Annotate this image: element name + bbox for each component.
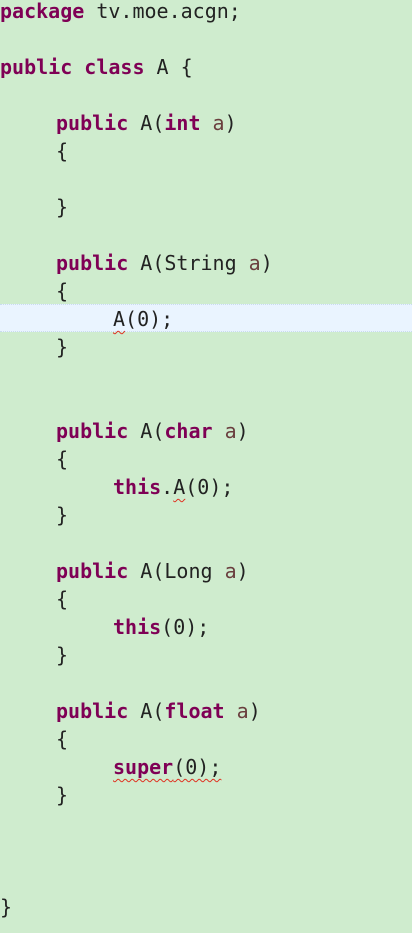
ctor-signature: A(String: [128, 251, 237, 275]
code-line-ctor-float-call[interactable]: super(0);: [0, 753, 412, 781]
paren-close: ): [224, 111, 237, 135]
code-line-ctor-float-signature[interactable]: public A(float a): [0, 697, 412, 725]
class-name: A {: [144, 55, 193, 79]
call-args: (0);: [185, 475, 234, 499]
code-line-ctor-long-open[interactable]: {: [0, 585, 412, 613]
parameter-a: a: [200, 111, 225, 135]
code-line-ctor-long-close[interactable]: }: [0, 641, 412, 669]
code-line-ctor-string-signature[interactable]: public A(String a): [0, 249, 412, 277]
parameter-a: a: [212, 559, 237, 583]
paren-close: ): [236, 559, 249, 583]
code-line-ctor-long-signature[interactable]: public A(Long a): [0, 557, 412, 585]
code-line-class-declaration[interactable]: public class A {: [0, 53, 412, 81]
keyword-package: package: [0, 0, 85, 23]
call-args: (0);: [161, 615, 210, 639]
keyword-this: this: [113, 475, 162, 499]
keyword-int: int: [164, 111, 201, 135]
code-line-ctor-char-close[interactable]: }: [0, 501, 412, 529]
open-brace: {: [56, 279, 69, 303]
code-line-package[interactable]: package tv.moe.acgn;: [0, 0, 412, 25]
keyword-public: public: [56, 111, 129, 135]
close-brace: }: [56, 195, 69, 219]
code-line-ctor-string-open[interactable]: {: [0, 277, 412, 305]
keyword-public-class: public class: [0, 55, 145, 79]
ctor-name: A(: [128, 419, 165, 443]
code-editor[interactable]: package tv.moe.acgn; public class A { pu…: [0, 0, 412, 933]
open-brace: {: [56, 727, 69, 751]
parameter-a: a: [224, 699, 249, 723]
keyword-float: float: [164, 699, 225, 723]
close-brace: }: [56, 783, 69, 807]
paren-close: ): [260, 251, 273, 275]
code-line-ctor-int-signature[interactable]: public A(int a): [0, 109, 412, 137]
keyword-public: public: [56, 699, 129, 723]
open-brace: {: [56, 587, 69, 611]
parameter-a: a: [212, 419, 237, 443]
keyword-public: public: [56, 559, 129, 583]
keyword-public: public: [56, 419, 129, 443]
open-brace: {: [56, 139, 69, 163]
error-call-name: A: [173, 475, 186, 499]
dot: .: [161, 475, 174, 499]
package-name: tv.moe.acgn;: [84, 0, 241, 23]
code-line-class-close[interactable]: }: [0, 893, 412, 921]
error-call-args: (0);: [173, 755, 222, 779]
error-call-name: A: [113, 307, 126, 331]
open-brace: {: [56, 447, 69, 471]
code-line-ctor-float-open[interactable]: {: [0, 725, 412, 753]
code-line-ctor-char-signature[interactable]: public A(char a): [0, 417, 412, 445]
code-line-ctor-long-call[interactable]: this(0);: [0, 613, 412, 641]
paren-close: ): [236, 419, 249, 443]
code-line-ctor-int-close[interactable]: }: [0, 193, 412, 221]
code-line-ctor-char-call[interactable]: this.A(0);: [0, 473, 412, 501]
close-brace: }: [56, 335, 69, 359]
close-brace: }: [56, 643, 69, 667]
keyword-public: public: [56, 251, 129, 275]
code-line-ctor-char-open[interactable]: {: [0, 445, 412, 473]
code-line-ctor-string-close[interactable]: }: [0, 333, 412, 361]
ctor-name: A(: [128, 111, 165, 135]
keyword-char: char: [164, 419, 213, 443]
ctor-signature: A(Long: [128, 559, 213, 583]
code-line-ctor-string-call-current[interactable]: A(0);: [0, 304, 412, 332]
call-args: (0);: [125, 307, 174, 331]
code-line-ctor-int-open[interactable]: {: [0, 137, 412, 165]
error-keyword-super: super: [113, 755, 174, 779]
keyword-this: this: [113, 615, 162, 639]
close-brace: }: [0, 895, 13, 919]
ctor-name: A(: [128, 699, 165, 723]
paren-close: ): [248, 699, 261, 723]
code-line-ctor-float-close[interactable]: }: [0, 781, 412, 809]
parameter-a: a: [236, 251, 261, 275]
close-brace: }: [56, 503, 69, 527]
